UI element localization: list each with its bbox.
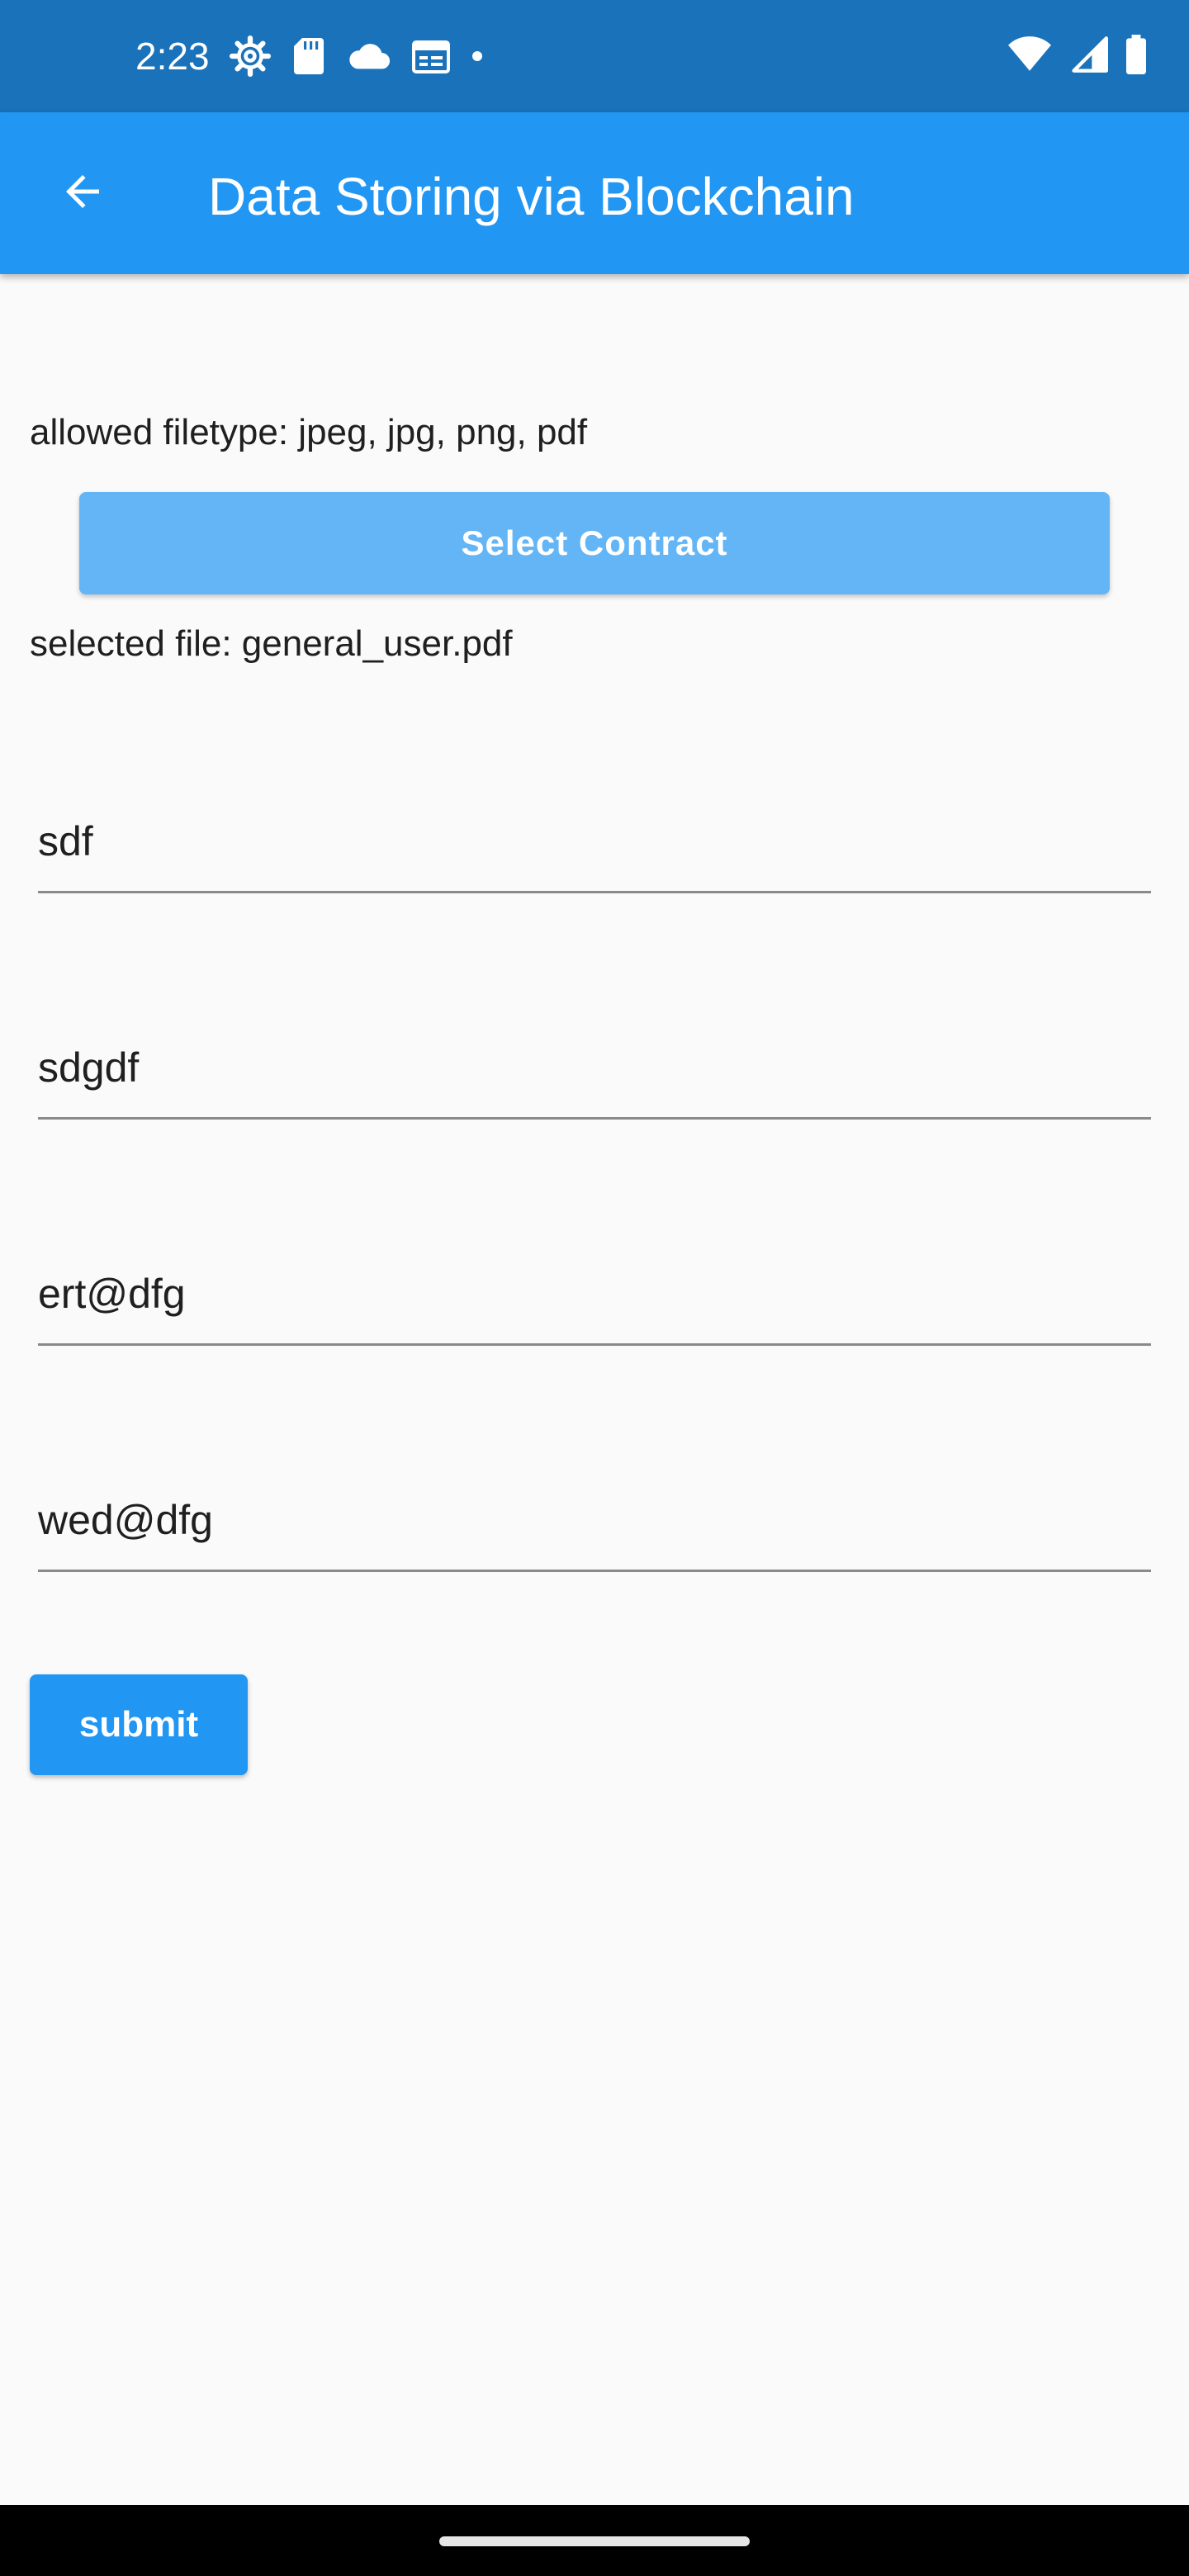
submit-button[interactable]: submit (30, 1674, 248, 1775)
dot-icon (471, 50, 484, 63)
wifi-icon (1007, 36, 1052, 77)
status-icons-left (230, 33, 484, 79)
status-bar: 2:23 (0, 0, 1189, 112)
text-input-2[interactable] (38, 1043, 1151, 1092)
allowed-filetype-label: allowed filetype: jpeg, jpg, png, pdf (30, 412, 588, 452)
text-field-2 (38, 1020, 1151, 1120)
cellular-signal-icon (1068, 36, 1108, 77)
calendar-icon (411, 37, 451, 75)
email-input-1[interactable] (38, 1269, 1151, 1319)
sd-card-icon (291, 36, 327, 76)
navigation-bar (0, 2505, 1189, 2576)
text-field-1 (38, 794, 1151, 893)
cloud-icon (347, 40, 391, 73)
text-input-1[interactable] (38, 817, 1151, 866)
status-time: 2:23 (135, 35, 210, 78)
home-gesture-handle[interactable] (439, 2536, 750, 2546)
battery-icon (1125, 34, 1148, 78)
status-icons-right (1007, 33, 1148, 79)
selected-file-label: selected file: general_user.pdf (30, 623, 513, 664)
back-button[interactable] (41, 152, 124, 234)
email-field-1 (38, 1247, 1151, 1346)
settings-gear-icon (230, 36, 271, 77)
email-input-2[interactable] (38, 1495, 1151, 1545)
email-field-2 (38, 1473, 1151, 1572)
arrow-back-icon (58, 167, 107, 220)
app-bar: Data Storing via Blockchain (0, 112, 1189, 274)
select-contract-button[interactable]: Select Contract (79, 492, 1110, 594)
page-title: Data Storing via Blockchain (208, 167, 855, 226)
